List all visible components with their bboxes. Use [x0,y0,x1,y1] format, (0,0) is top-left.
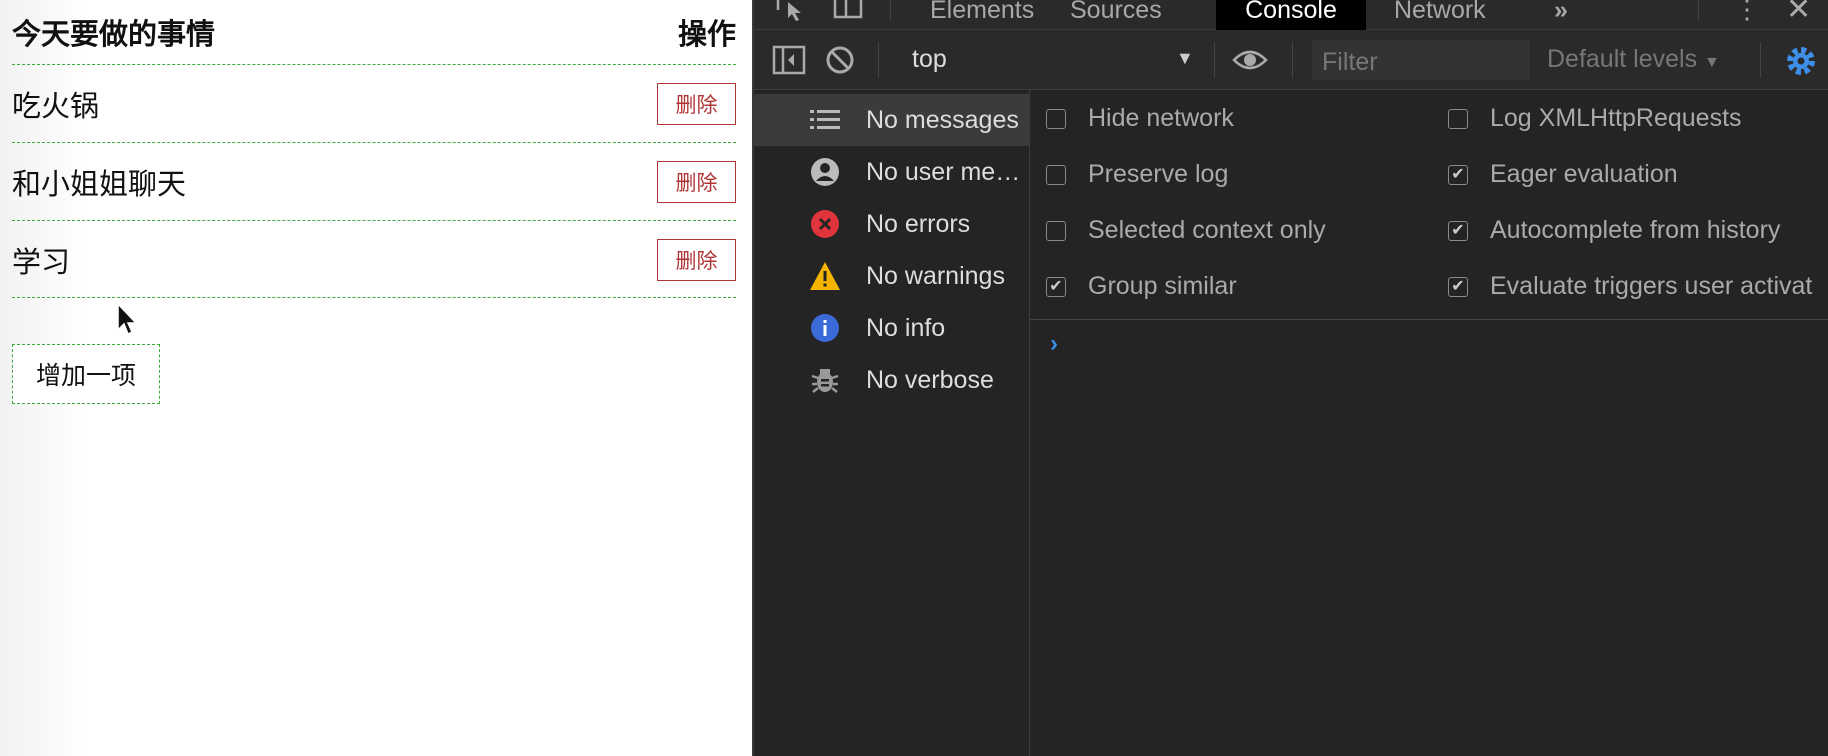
gear-icon[interactable] [1784,44,1818,78]
setting-eager-evaluation[interactable]: ✔ Eager evaluation [1448,160,1678,189]
toolbar-separator [1760,42,1761,78]
sidebar-item-label: No errors [866,209,971,238]
delete-button[interactable]: 删除 [657,238,736,281]
sidebar-item-label: No user me… [866,157,1021,186]
console-toolbar: top ▼ Filter Default levels ▼ [752,30,1828,90]
setting-label: Autocomplete from history [1490,216,1781,244]
tab-network[interactable]: Network [1372,0,1508,30]
todo-header-title: 今天要做的事情 [12,17,216,51]
sidebar-item-messages[interactable]: No messages [752,94,1030,146]
sidebar-item-label: No info [866,313,946,342]
list-icon [809,104,841,136]
console-sidebar: No messages No user me… No errors No war… [752,90,1030,756]
more-tabs-icon[interactable]: » [1532,0,1590,30]
sidebar-item-user-messages[interactable]: No user me… [752,146,1030,198]
setting-hide-network[interactable]: Hide network [1046,104,1234,133]
setting-label: Log XMLHttpRequests [1490,104,1742,132]
toolbar-separator [1292,42,1293,78]
setting-preserve-log[interactable]: Preserve log [1046,160,1228,189]
eye-icon[interactable] [1232,46,1268,74]
todo-item-text: 学习 [12,244,71,279]
selected-context-checkbox[interactable] [1046,220,1066,241]
mouse-cursor-icon [117,302,138,336]
sidebar-toggle-icon[interactable] [772,44,806,76]
sidebar-item-label: No verbose [866,365,994,394]
toolbar-separator [878,42,879,78]
user-icon [809,156,841,188]
bug-icon [809,364,841,396]
setting-autocomplete[interactable]: ✔ Autocomplete from history [1448,216,1780,245]
filter-input[interactable]: Filter [1312,40,1530,80]
chevron-down-icon: ▼ [1704,54,1720,71]
add-item-button[interactable]: 增加一项 [12,344,160,404]
todo-header: 今天要做的事情 操作 [12,6,736,58]
device-toolbar-icon[interactable] [832,0,866,22]
evaluate-triggers-checkbox[interactable]: ✔ [1448,276,1468,297]
console-prompt-icon[interactable]: › [1050,330,1058,358]
tab-separator [890,0,891,20]
info-icon [809,312,841,344]
todo-page: 今天要做的事情 操作 吃火锅 删除 和小姐姐聊天 删除 学习 删除 增加一项 [0,0,752,756]
group-similar-checkbox[interactable]: ✔ [1046,276,1066,297]
sidebar-item-info[interactable]: No info [752,302,1030,354]
tab-separator [1698,0,1699,20]
todo-row: 学习 删除 [12,220,736,298]
inspect-element-icon[interactable] [774,0,808,22]
setting-group-similar[interactable]: ✔ Group similar [1046,272,1237,301]
delete-button[interactable]: 删除 [657,160,736,203]
eager-evaluation-checkbox[interactable]: ✔ [1448,164,1468,185]
list-bottom-divider [12,297,736,298]
todo-row: 吃火锅 删除 [12,64,736,142]
sidebar-item-label: No warnings [866,261,1005,290]
setting-label: Evaluate triggers user activat [1490,272,1813,300]
setting-label: Eager evaluation [1490,160,1678,188]
panel-divider[interactable] [752,0,754,756]
setting-selected-context[interactable]: Selected context only [1046,216,1326,245]
preserve-log-checkbox[interactable] [1046,164,1066,185]
error-icon [809,208,841,240]
clear-console-icon[interactable] [824,44,856,76]
todo-header-action: 操作 [677,17,736,51]
todo-item-text: 吃火锅 [12,88,100,123]
setting-log-xhr[interactable]: Log XMLHttpRequests [1448,104,1742,133]
sidebar-item-errors[interactable]: No errors [752,198,1030,250]
tab-console[interactable]: Console [1216,0,1366,30]
delete-button[interactable]: 删除 [657,82,736,125]
log-levels-label: Default levels [1547,45,1698,73]
context-selector[interactable]: top [912,45,947,74]
kebab-menu-icon[interactable]: ⋮ [1734,0,1760,25]
tab-sources[interactable]: Sources [1048,0,1184,30]
devtools-tabbar: Elements Sources Console Network » ⋮ ✕ [752,0,1828,30]
warning-icon [809,260,841,292]
tab-elements[interactable]: Elements [908,0,1056,30]
log-xhr-checkbox[interactable] [1448,108,1468,129]
hide-network-checkbox[interactable] [1046,108,1066,129]
setting-label: Preserve log [1088,160,1229,188]
chevron-down-icon[interactable]: ▼ [1176,48,1194,69]
setting-evaluate-triggers[interactable]: ✔ Evaluate triggers user activat [1448,272,1828,301]
sidebar-item-warnings[interactable]: No warnings [752,250,1030,302]
devtools-panel: Elements Sources Console Network » ⋮ ✕ t… [752,0,1828,756]
console-settings: Hide network Preserve log Selected conte… [1030,90,1828,320]
close-icon[interactable]: ✕ [1786,0,1811,27]
setting-label: Selected context only [1088,216,1326,244]
setting-label: Hide network [1088,104,1234,132]
toolbar-separator [1214,42,1215,78]
log-levels-dropdown[interactable]: Default levels ▼ [1547,45,1720,74]
todo-item-text: 和小姐姐聊天 [12,166,187,201]
todo-row: 和小姐姐聊天 删除 [12,142,736,220]
setting-label: Group similar [1088,272,1237,300]
sidebar-item-label: No messages [866,105,1019,134]
sidebar-item-verbose[interactable]: No verbose [752,354,1030,406]
autocomplete-checkbox[interactable]: ✔ [1448,220,1468,241]
